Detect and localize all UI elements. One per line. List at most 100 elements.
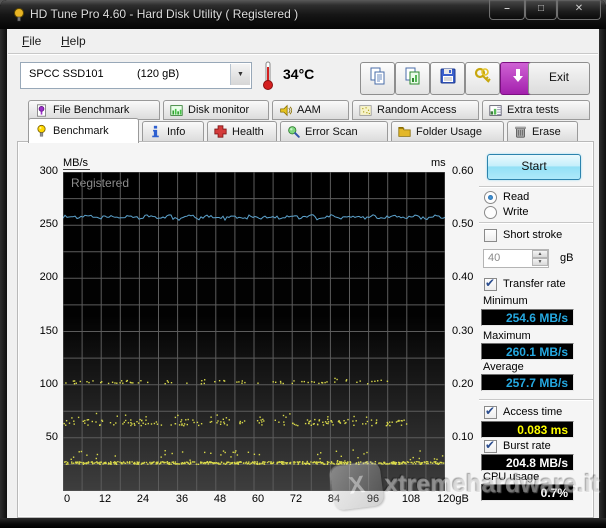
short-stroke-size-spinner[interactable]: 40 ▲ ▼ xyxy=(483,249,549,268)
access-time-dot xyxy=(187,424,188,425)
maximize-button[interactable]: □ xyxy=(525,0,557,20)
access-time-dot xyxy=(426,461,427,462)
burst-rate-checkbox[interactable]: ✔ xyxy=(484,440,497,453)
title-bar[interactable]: HD Tune Pro 4.60 - Hard Disk Utility ( R… xyxy=(0,0,606,30)
copy-screenshot-button[interactable] xyxy=(395,62,430,95)
axis-tick-label: 84 xyxy=(314,493,354,506)
maximize-icon: □ xyxy=(538,3,544,14)
access-time-dot xyxy=(217,420,218,421)
access-time-dot xyxy=(167,463,168,464)
axis-tick-label: 0 xyxy=(47,493,87,506)
access-time-dot xyxy=(86,381,87,382)
access-time-dot xyxy=(298,462,299,463)
access-time-dot xyxy=(328,421,329,422)
tab-erase[interactable]: Erase xyxy=(507,121,578,142)
axis-tick-label: 0.60 xyxy=(452,165,486,178)
access-time-dot xyxy=(257,464,258,465)
access-time-dot xyxy=(387,424,388,425)
access-time-dot xyxy=(65,461,66,462)
tab-label: Error Scan xyxy=(305,126,358,138)
access-time-dot xyxy=(295,424,296,425)
access-time-dot xyxy=(376,419,377,420)
access-time-dot xyxy=(130,425,131,426)
access-time-dot xyxy=(308,423,309,424)
tab-health[interactable]: Health xyxy=(207,121,277,142)
access-time-dot xyxy=(115,455,116,456)
access-time-dot xyxy=(81,451,82,452)
access-time-dot xyxy=(283,463,284,464)
access-time-dot xyxy=(279,461,280,462)
tab-random-access[interactable]: Random Access xyxy=(352,100,479,120)
access-time-dot xyxy=(399,463,400,464)
access-time-dot xyxy=(292,383,293,384)
access-time-dot xyxy=(88,419,89,420)
exit-button[interactable]: Exit xyxy=(528,62,590,95)
drive-selector-dropdown-button[interactable]: ▼ xyxy=(230,64,250,85)
access-time-dot xyxy=(394,462,395,463)
menu-help[interactable]: Help xyxy=(57,32,90,50)
access-time-dot xyxy=(399,462,400,463)
tab-file-benchmark[interactable]: File Benchmark xyxy=(28,100,160,120)
close-button[interactable]: ✕ xyxy=(557,0,601,20)
access-time-checkbox[interactable]: ✔ xyxy=(484,406,497,419)
tab-error-scan[interactable]: Error Scan xyxy=(280,121,388,142)
separator xyxy=(479,399,593,401)
write-radio[interactable] xyxy=(484,206,497,219)
spinner-down-button[interactable]: ▼ xyxy=(532,258,548,266)
access-time-dot xyxy=(396,462,397,463)
access-time-dot xyxy=(414,462,415,463)
access-time-dot xyxy=(146,462,147,463)
spinner-value: 40 xyxy=(488,252,500,264)
tab-info[interactable]: Info xyxy=(142,121,204,142)
access-time-dot xyxy=(160,463,161,464)
access-time-dot xyxy=(179,424,180,425)
axis-tick-label: 60 xyxy=(238,493,278,506)
access-time-dot xyxy=(67,463,68,464)
speaker-icon xyxy=(279,104,292,117)
access-time-dot xyxy=(305,463,306,464)
drive-selector[interactable]: SPCC SSD101 (120 gB) ▼ xyxy=(20,62,252,89)
copy-text-button[interactable] xyxy=(360,62,395,95)
access-time-dot xyxy=(137,463,138,464)
tab-benchmark[interactable]: Benchmark xyxy=(28,118,139,143)
start-button[interactable]: Start xyxy=(487,154,581,180)
y-axis-right-unit: ms xyxy=(431,157,446,169)
access-time-dot xyxy=(234,452,235,453)
save-button[interactable] xyxy=(430,62,465,95)
access-time-dot xyxy=(125,415,126,416)
tab-folder-usage[interactable]: Folder Usage xyxy=(391,121,504,142)
access-time-dot xyxy=(294,424,295,425)
access-time-dot xyxy=(356,382,357,383)
access-time-dot xyxy=(223,450,224,451)
spinner-up-button[interactable]: ▲ xyxy=(532,250,548,258)
access-time-dot xyxy=(237,454,238,455)
access-time-dot xyxy=(96,461,97,462)
access-time-dot xyxy=(283,415,284,416)
access-time-dot xyxy=(371,419,372,420)
menu-file[interactable]: File xyxy=(18,32,45,50)
axis-tick-label: 150 xyxy=(26,325,58,338)
exit-label: Exit xyxy=(549,70,569,84)
access-time-dot xyxy=(108,383,109,384)
access-time-dot xyxy=(223,463,224,464)
tab-disk-monitor[interactable]: Disk monitor xyxy=(163,100,269,120)
access-time-dot xyxy=(441,462,442,463)
read-radio[interactable] xyxy=(484,191,497,204)
access-time-dot xyxy=(316,461,317,462)
tab-aam[interactable]: AAM xyxy=(272,100,349,120)
short-stroke-checkbox[interactable] xyxy=(484,229,497,242)
access-time-dot xyxy=(254,462,255,463)
access-time-dot xyxy=(213,463,214,464)
access-time-dot xyxy=(159,463,160,464)
access-time-dot xyxy=(156,421,157,422)
access-time-dot xyxy=(410,459,411,460)
access-time-dot xyxy=(134,425,135,426)
access-time-dot xyxy=(257,461,258,462)
access-time-dot xyxy=(334,378,335,379)
tab-extra-tests[interactable]: Extra tests xyxy=(482,100,590,120)
minimize-button[interactable]: – xyxy=(489,0,525,20)
access-time-dot xyxy=(216,422,217,423)
access-time-dot xyxy=(314,419,315,420)
register-keys-button[interactable] xyxy=(465,62,500,95)
transfer-rate-checkbox[interactable]: ✔ xyxy=(484,278,497,291)
